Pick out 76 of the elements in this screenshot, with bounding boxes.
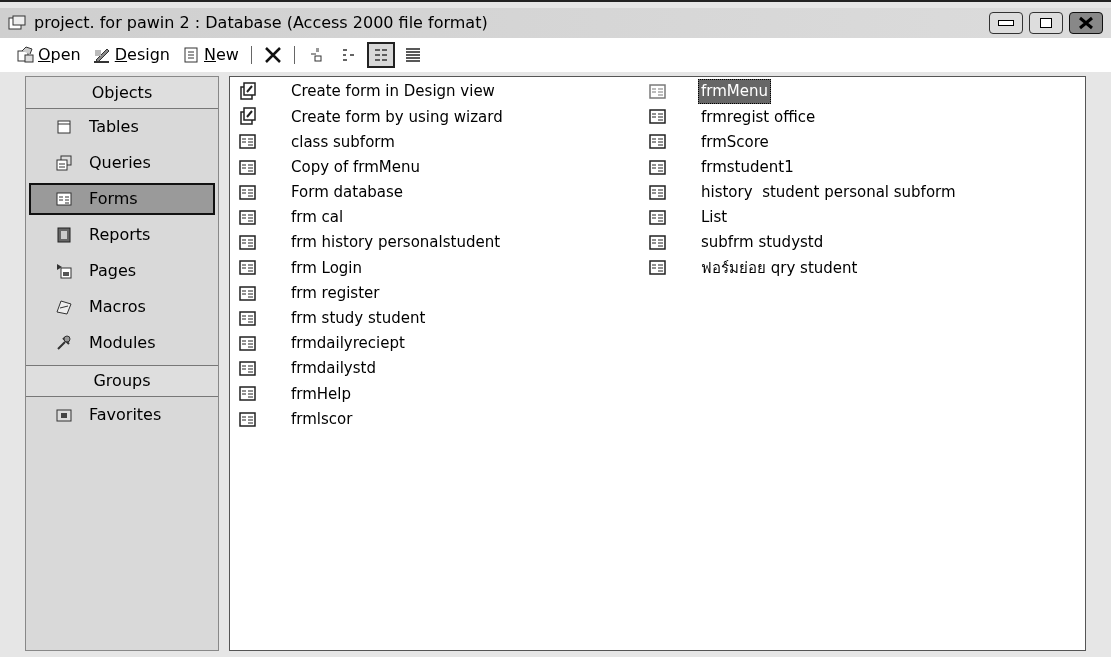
sidebar-item[interactable]: Forms [29, 183, 215, 215]
list-item[interactable]: frm study student [236, 305, 636, 331]
list-item[interactable]: frmstudent1 [646, 154, 1066, 180]
list-item[interactable]: frm register [236, 280, 636, 306]
list-item[interactable]: Create form in Design view [236, 79, 636, 105]
new-button[interactable]: New [178, 42, 243, 68]
list-item[interactable]: history student personal subform [646, 179, 1066, 205]
new-document-icon [182, 46, 200, 64]
pencil-form-icon [238, 82, 258, 102]
close-icon [1076, 16, 1096, 30]
form-icon [648, 233, 668, 253]
form-icon [648, 182, 668, 202]
sidebar-item[interactable]: Tables [29, 111, 215, 143]
list-item[interactable]: frmScore [646, 129, 1066, 155]
module-icon [55, 334, 73, 352]
sidebar-item[interactable]: Macros [29, 291, 215, 323]
minimize-button[interactable] [989, 12, 1023, 34]
form-icon [238, 157, 258, 177]
design-button[interactable]: Design [88, 42, 174, 68]
list-item[interactable]: ฟอร์มย่อย qry student [646, 255, 1066, 281]
list-item[interactable]: frmregist office [646, 104, 1066, 130]
folder-open-icon [16, 46, 34, 64]
form-icon [238, 233, 258, 253]
sidebar-item[interactable]: Pages [29, 255, 215, 287]
form-icon [648, 132, 668, 152]
form-icon [648, 107, 668, 127]
list-item[interactable]: frm Login [236, 255, 636, 281]
form-icon [238, 359, 258, 379]
close-button[interactable] [1069, 12, 1103, 34]
form-icon [55, 190, 73, 208]
form-icon [238, 308, 258, 328]
page-icon [55, 262, 73, 280]
form-icon [238, 409, 258, 429]
form-icon [648, 208, 668, 228]
list-item[interactable]: Copy of frmMenu [236, 154, 636, 180]
group-header-button[interactable]: Objects [26, 77, 218, 109]
form-icon [648, 82, 668, 102]
sidebar-item[interactable]: Favorites [29, 399, 215, 431]
form-icon [238, 258, 258, 278]
form-icon [648, 157, 668, 177]
form-icon [238, 208, 258, 228]
details-icon [403, 46, 422, 64]
list-item[interactable]: List [646, 204, 1066, 231]
form-icon [238, 333, 258, 353]
pencil-form-icon [238, 107, 258, 127]
restore-button[interactable] [1029, 12, 1063, 34]
table-icon [55, 118, 73, 136]
delete-icon [263, 46, 282, 64]
database-icon [8, 15, 26, 31]
list-item[interactable]: frm cal [236, 204, 636, 231]
form-icon [238, 132, 258, 152]
macro-icon [55, 298, 73, 316]
group-header-button[interactable]: Groups [26, 365, 218, 397]
form-icon [238, 384, 258, 404]
pencil-ruler-icon [92, 46, 111, 64]
list-item[interactable]: Create form by using wizard [236, 104, 636, 130]
list-item[interactable]: frm history personalstudent [236, 230, 636, 256]
form-icon [648, 258, 668, 278]
open-button[interactable]: Open [12, 42, 85, 68]
list-item[interactable]: subfrm studystd [646, 230, 1066, 256]
report-icon [55, 226, 73, 244]
list-view-button[interactable] [366, 42, 395, 68]
sidebar-item[interactable]: Modules [29, 327, 215, 359]
list-item[interactable]: frmHelp [236, 381, 636, 407]
sidebar-item[interactable]: Queries [29, 147, 215, 179]
sidebar-item[interactable]: Reports [29, 219, 215, 251]
form-icon [238, 182, 258, 202]
list-item[interactable]: frmMenu [646, 79, 1066, 105]
list-item[interactable]: frmdailystd [236, 356, 636, 382]
form-icon [238, 283, 258, 303]
list-item[interactable]: frmlscor [236, 406, 636, 432]
window-title: project. for pawin 2 : Database (Access 2000 file format) [34, 12, 488, 34]
list-item[interactable]: Form database [236, 179, 636, 205]
query-icon [55, 154, 73, 172]
list-item[interactable]: class subform [236, 129, 636, 155]
list-item[interactable]: frmdailyreciept [236, 330, 636, 357]
